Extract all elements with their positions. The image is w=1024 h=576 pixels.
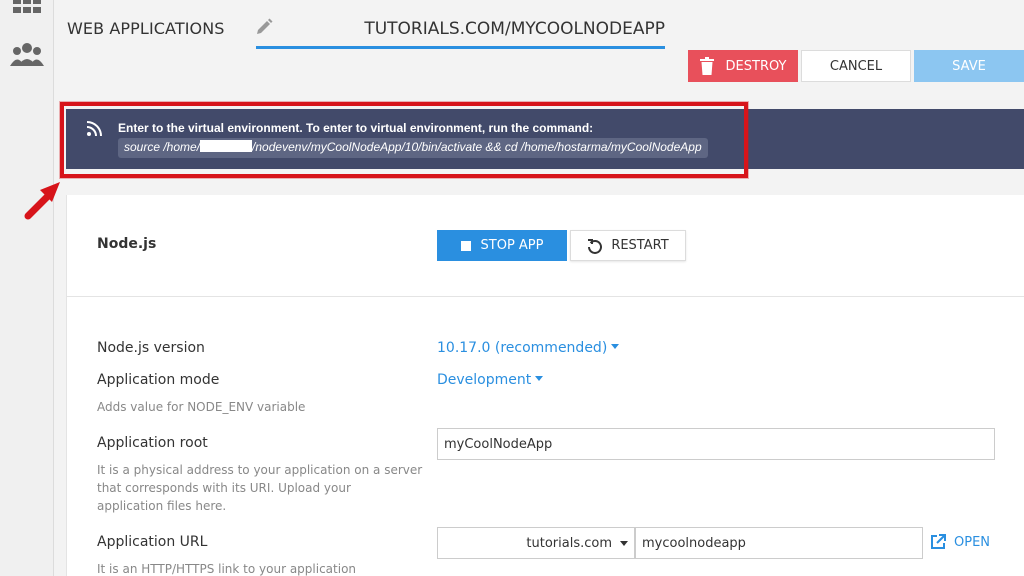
- open-link[interactable]: OPEN: [930, 534, 990, 550]
- page-header: WEB APPLICATIONS TUTORIALS.COM/MYCOOLNOD…: [54, 0, 1024, 95]
- highlight-box: [60, 102, 748, 178]
- url-domain-select[interactable]: tutorials.com: [437, 527, 635, 559]
- apps-grid-icon[interactable]: [10, 0, 44, 24]
- destroy-label: DESTROY: [725, 58, 787, 74]
- pencil-icon[interactable]: [254, 17, 274, 37]
- destroy-button[interactable]: DESTROY: [688, 50, 798, 82]
- stop-app-label: STOP APP: [480, 238, 544, 253]
- domain-path-text: TUTORIALS.COM/MYCOOLNODEAPP: [364, 19, 665, 39]
- restart-label: RESTART: [611, 238, 669, 253]
- breadcrumb[interactable]: WEB APPLICATIONS: [67, 19, 225, 38]
- nodejs-version-value: 10.17.0 (recommended): [437, 340, 608, 356]
- left-rail: [0, 0, 54, 576]
- save-button[interactable]: SAVE: [914, 50, 1024, 82]
- nodejs-version-label: Node.js version: [97, 340, 205, 356]
- nodejs-version-dropdown[interactable]: 10.17.0 (recommended): [437, 340, 620, 356]
- users-icon[interactable]: [10, 40, 44, 68]
- application-mode-hint: Adds value for NODE_ENV variable: [97, 400, 306, 414]
- application-mode-dropdown[interactable]: Development: [437, 372, 544, 388]
- cancel-button[interactable]: CANCEL: [801, 50, 911, 82]
- application-root-hint-3: application files here.: [97, 499, 227, 513]
- caret-down-icon: [611, 344, 620, 349]
- section-title: Node.js: [97, 236, 157, 252]
- caret-down-icon: [620, 540, 628, 546]
- stop-app-button[interactable]: STOP APP: [437, 230, 567, 261]
- application-mode-value: Development: [437, 372, 532, 388]
- url-domain-value: tutorials.com: [526, 535, 612, 551]
- application-url-label: Application URL: [97, 534, 208, 550]
- restart-button[interactable]: RESTART: [570, 230, 686, 261]
- application-mode-label: Application mode: [97, 372, 220, 388]
- domain-path-field[interactable]: TUTORIALS.COM/MYCOOLNODEAPP: [256, 16, 665, 49]
- application-root-input[interactable]: myCoolNodeApp: [437, 428, 995, 460]
- url-path-input[interactable]: mycoolnodeapp: [635, 527, 923, 559]
- stop-icon: [460, 240, 471, 251]
- trash-icon: [699, 57, 714, 75]
- external-link-icon: [930, 534, 946, 550]
- application-url-hint: It is an HTTP/HTTPS link to your applica…: [97, 562, 357, 576]
- restart-icon: [587, 238, 603, 254]
- panel-divider: [66, 296, 1024, 297]
- open-label: OPEN: [954, 534, 991, 550]
- application-root-hint-1: It is a physical address to your applica…: [97, 463, 423, 477]
- annotation-arrow-icon: [22, 178, 66, 222]
- caret-down-icon: [535, 376, 544, 381]
- application-root-hint-2: that corresponds with its URI. Upload yo…: [97, 481, 351, 495]
- application-root-label: Application root: [97, 435, 208, 451]
